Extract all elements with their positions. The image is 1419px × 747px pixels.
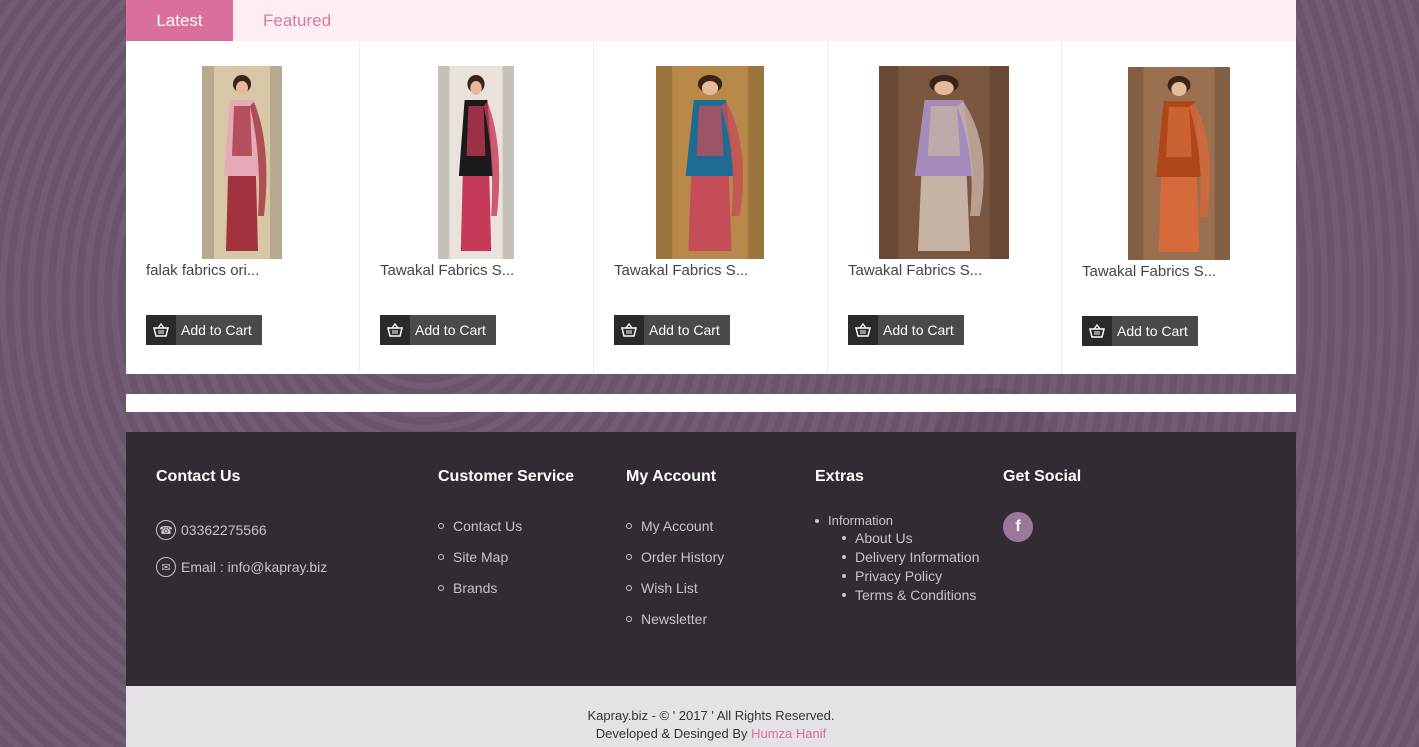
- email-text[interactable]: Email : info@kapray.biz: [181, 559, 327, 575]
- phone-number: 03362275566: [181, 522, 267, 538]
- add-to-cart-button[interactable]: Add to Cart: [380, 315, 496, 345]
- footer-customer-service-column: Customer Service: [438, 468, 574, 486]
- link-text: Newsletter: [641, 611, 708, 627]
- product-name[interactable]: Tawakal Fabrics S...: [380, 262, 514, 279]
- footer-link-terms-conditions[interactable]: Terms & Conditions: [842, 587, 976, 603]
- link-text: Delivery Information: [855, 549, 980, 565]
- product-name[interactable]: Tawakal Fabrics S...: [1082, 263, 1216, 280]
- product-name[interactable]: Tawakal Fabrics S...: [614, 262, 748, 279]
- footer-link-information[interactable]: Information: [815, 513, 893, 528]
- bullet-icon: [626, 523, 632, 529]
- footer-link-contact-us[interactable]: Contact Us: [438, 518, 522, 534]
- link-text: Site Map: [453, 549, 509, 565]
- add-to-cart-label: Add to Cart: [176, 315, 262, 345]
- footer: Contact Us ☎ 03362275566 ✉ Email : info@…: [126, 432, 1296, 686]
- basket-icon: [614, 315, 644, 345]
- product-list: falak fabrics ori... Add to Cart Tawakal…: [126, 41, 1296, 374]
- footer-extras-column: Extras: [815, 468, 864, 486]
- footer-link-about-us[interactable]: About Us: [842, 530, 913, 546]
- bullet-icon: [842, 593, 846, 597]
- footer-heading: Get Social: [1003, 468, 1082, 485]
- bullet-icon: [438, 554, 444, 560]
- basket-icon: [380, 315, 410, 345]
- footer-email: ✉ Email : info@kapray.biz: [156, 557, 327, 577]
- link-text: Contact Us: [453, 518, 523, 534]
- bullet-icon: [842, 536, 846, 540]
- bullet-icon: [626, 616, 632, 622]
- link-text: Terms & Conditions: [855, 587, 977, 603]
- add-to-cart-label: Add to Cart: [1112, 316, 1198, 346]
- add-to-cart-button[interactable]: Add to Cart: [1082, 316, 1198, 346]
- basket-icon: [848, 315, 878, 345]
- footer-link-newsletter[interactable]: Newsletter: [626, 611, 707, 627]
- footer-social-column: Get Social: [1003, 468, 1081, 486]
- link-text: Information: [828, 513, 894, 528]
- link-text: My Account: [641, 518, 714, 534]
- link-text: Brands: [453, 580, 498, 596]
- tab-bar: Latest Featured: [126, 0, 1296, 41]
- product-image[interactable]: [1128, 67, 1230, 260]
- product-name[interactable]: falak fabrics ori...: [146, 262, 259, 279]
- footer-link-delivery-information[interactable]: Delivery Information: [842, 549, 980, 565]
- add-to-cart-label: Add to Cart: [644, 315, 730, 345]
- footer-my-account-column: My Account: [626, 468, 716, 486]
- footer-heading: My Account: [626, 468, 717, 485]
- footer-link-privacy-policy[interactable]: Privacy Policy: [842, 568, 942, 584]
- product-card: Tawakal Fabrics S... Add to Cart: [360, 41, 594, 374]
- add-to-cart-button[interactable]: Add to Cart: [614, 315, 730, 345]
- add-to-cart-label: Add to Cart: [878, 315, 964, 345]
- product-image[interactable]: [879, 66, 1009, 259]
- footer-link-wish-list[interactable]: Wish List: [626, 580, 698, 596]
- add-to-cart-button[interactable]: Add to Cart: [848, 315, 964, 345]
- product-tabs-section: Latest Featured falak fabrics ori... Add…: [126, 0, 1296, 374]
- facebook-icon[interactable]: f: [1003, 512, 1033, 542]
- bullet-icon: [626, 585, 632, 591]
- basket-icon: [1082, 316, 1112, 346]
- phone-icon: ☎: [156, 520, 176, 540]
- footer-heading: Contact Us: [156, 468, 241, 485]
- footer-link-brands[interactable]: Brands: [438, 580, 497, 596]
- tab-latest[interactable]: Latest: [126, 0, 233, 41]
- product-card: Tawakal Fabrics S... Add to Cart: [594, 41, 828, 374]
- copyright-bar: Kapray.biz - © ' 2017 ' All Rights Reser…: [126, 686, 1296, 747]
- bullet-icon: [842, 555, 846, 559]
- bullet-icon: [438, 585, 444, 591]
- footer-contact-column: Contact Us: [156, 468, 240, 486]
- product-image[interactable]: [202, 66, 282, 259]
- link-text: Wish List: [641, 580, 698, 596]
- link-text: About Us: [855, 530, 913, 546]
- product-image[interactable]: [656, 66, 764, 259]
- product-card: Tawakal Fabrics S... Add to Cart: [828, 41, 1062, 374]
- copyright-text: Kapray.biz - © ' 2017 ' All Rights Reser…: [587, 708, 835, 723]
- product-image[interactable]: [438, 66, 514, 259]
- bullet-icon: [815, 518, 819, 523]
- add-to-cart-label: Add to Cart: [410, 315, 496, 345]
- footer-link-my-account[interactable]: My Account: [626, 518, 713, 534]
- divider-bar: [126, 394, 1296, 412]
- add-to-cart-button[interactable]: Add to Cart: [146, 315, 262, 345]
- bullet-icon: [626, 554, 632, 560]
- developer-link[interactable]: Humza Hanif: [751, 726, 826, 741]
- bullet-icon: [842, 574, 846, 578]
- bullet-icon: [438, 523, 444, 529]
- tab-featured[interactable]: Featured: [233, 0, 361, 41]
- footer-phone: ☎ 03362275566: [156, 520, 267, 540]
- product-card: Tawakal Fabrics S... Add to Cart: [1062, 41, 1296, 374]
- basket-icon: [146, 315, 176, 345]
- developer-prefix: Developed & Desinged By: [595, 726, 752, 741]
- footer-link-order-history[interactable]: Order History: [626, 549, 724, 565]
- product-card: falak fabrics ori... Add to Cart: [126, 41, 360, 374]
- footer-link-site-map[interactable]: Site Map: [438, 549, 508, 565]
- link-text: Order History: [641, 549, 725, 565]
- product-name[interactable]: Tawakal Fabrics S...: [848, 262, 982, 279]
- footer-heading: Customer Service: [438, 468, 575, 485]
- developer-credit: Developed & Desinged By Humza Hanif: [126, 726, 1296, 741]
- envelope-icon: ✉: [156, 557, 176, 577]
- footer-heading: Extras: [815, 468, 864, 485]
- link-text: Privacy Policy: [855, 568, 943, 584]
